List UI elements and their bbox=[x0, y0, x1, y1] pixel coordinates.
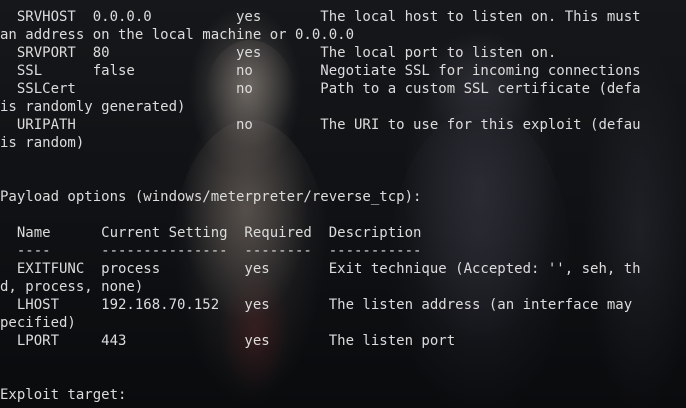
terminal-line-srvhost-wrap: an address on the local machine or 0.0.0… bbox=[0, 27, 355, 43]
payload-row-lhost: LHOST 192.168.70.152 yes The listen addr… bbox=[0, 297, 633, 313]
terminal-line-srvport: SRVPORT 80 yes The local port to listen … bbox=[0, 45, 557, 61]
payload-table-header: Name Current Setting Required Descriptio… bbox=[0, 225, 422, 241]
terminal-line-sslcert-wrap: is randomly generated) bbox=[0, 99, 186, 115]
payload-row-exitfunc: EXITFUNC process yes Exit technique (Acc… bbox=[0, 261, 641, 277]
payload-row-exitfunc-wrap: d, process, none) bbox=[0, 279, 144, 295]
terminal-line-ssl: SSL false no Negotiate SSL for incoming … bbox=[0, 63, 641, 79]
terminal-line-uripath-wrap: is random) bbox=[0, 135, 85, 151]
payload-row-lport: LPORT 443 yes The listen port bbox=[0, 333, 456, 349]
payload-row-lhost-wrap: pecified) bbox=[0, 315, 76, 331]
exploit-target-heading: Exploit target: bbox=[0, 387, 127, 403]
terminal-line-uripath: URIPATH no The URI to use for this explo… bbox=[0, 117, 641, 133]
payload-options-heading: Payload options (windows/meterpreter/rev… bbox=[0, 189, 422, 205]
terminal-window: SRVHOST 0.0.0.0 yes The local host to li… bbox=[0, 0, 686, 408]
terminal-line-srvhost: SRVHOST 0.0.0.0 yes The local host to li… bbox=[0, 9, 641, 25]
payload-table-separator: ---- --------------- -------- ----------… bbox=[0, 243, 422, 259]
terminal-output[interactable]: SRVHOST 0.0.0.0 yes The local host to li… bbox=[0, 0, 686, 408]
terminal-line-sslcert: SSLCert no Path to a custom SSL certific… bbox=[0, 81, 641, 97]
